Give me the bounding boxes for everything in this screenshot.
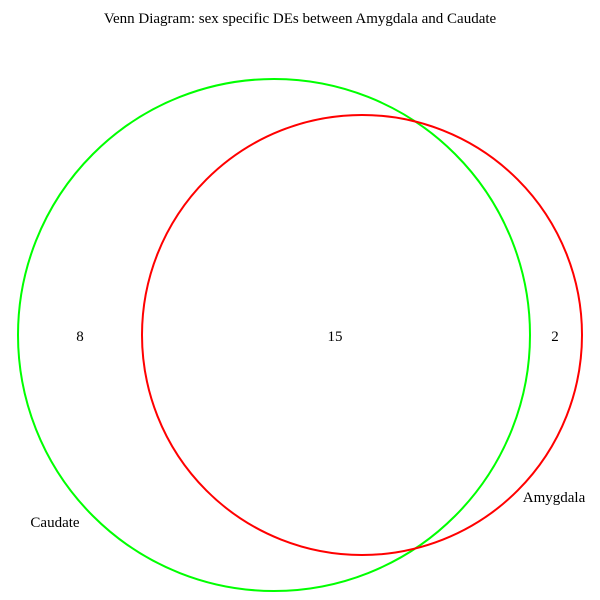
intersection-count: 15	[328, 329, 343, 345]
caudate-only-count: 8	[76, 329, 84, 345]
amygdala-only-count: 2	[551, 329, 559, 345]
caudate-circle	[17, 78, 531, 592]
caudate-label: Caudate	[30, 515, 79, 531]
amygdala-label: Amygdala	[523, 490, 586, 506]
venn-diagram: Venn Diagram: sex specific DEs between A…	[17, 11, 586, 592]
diagram-title: Venn Diagram: sex specific DEs between A…	[104, 11, 497, 27]
amygdala-circle	[141, 114, 583, 556]
